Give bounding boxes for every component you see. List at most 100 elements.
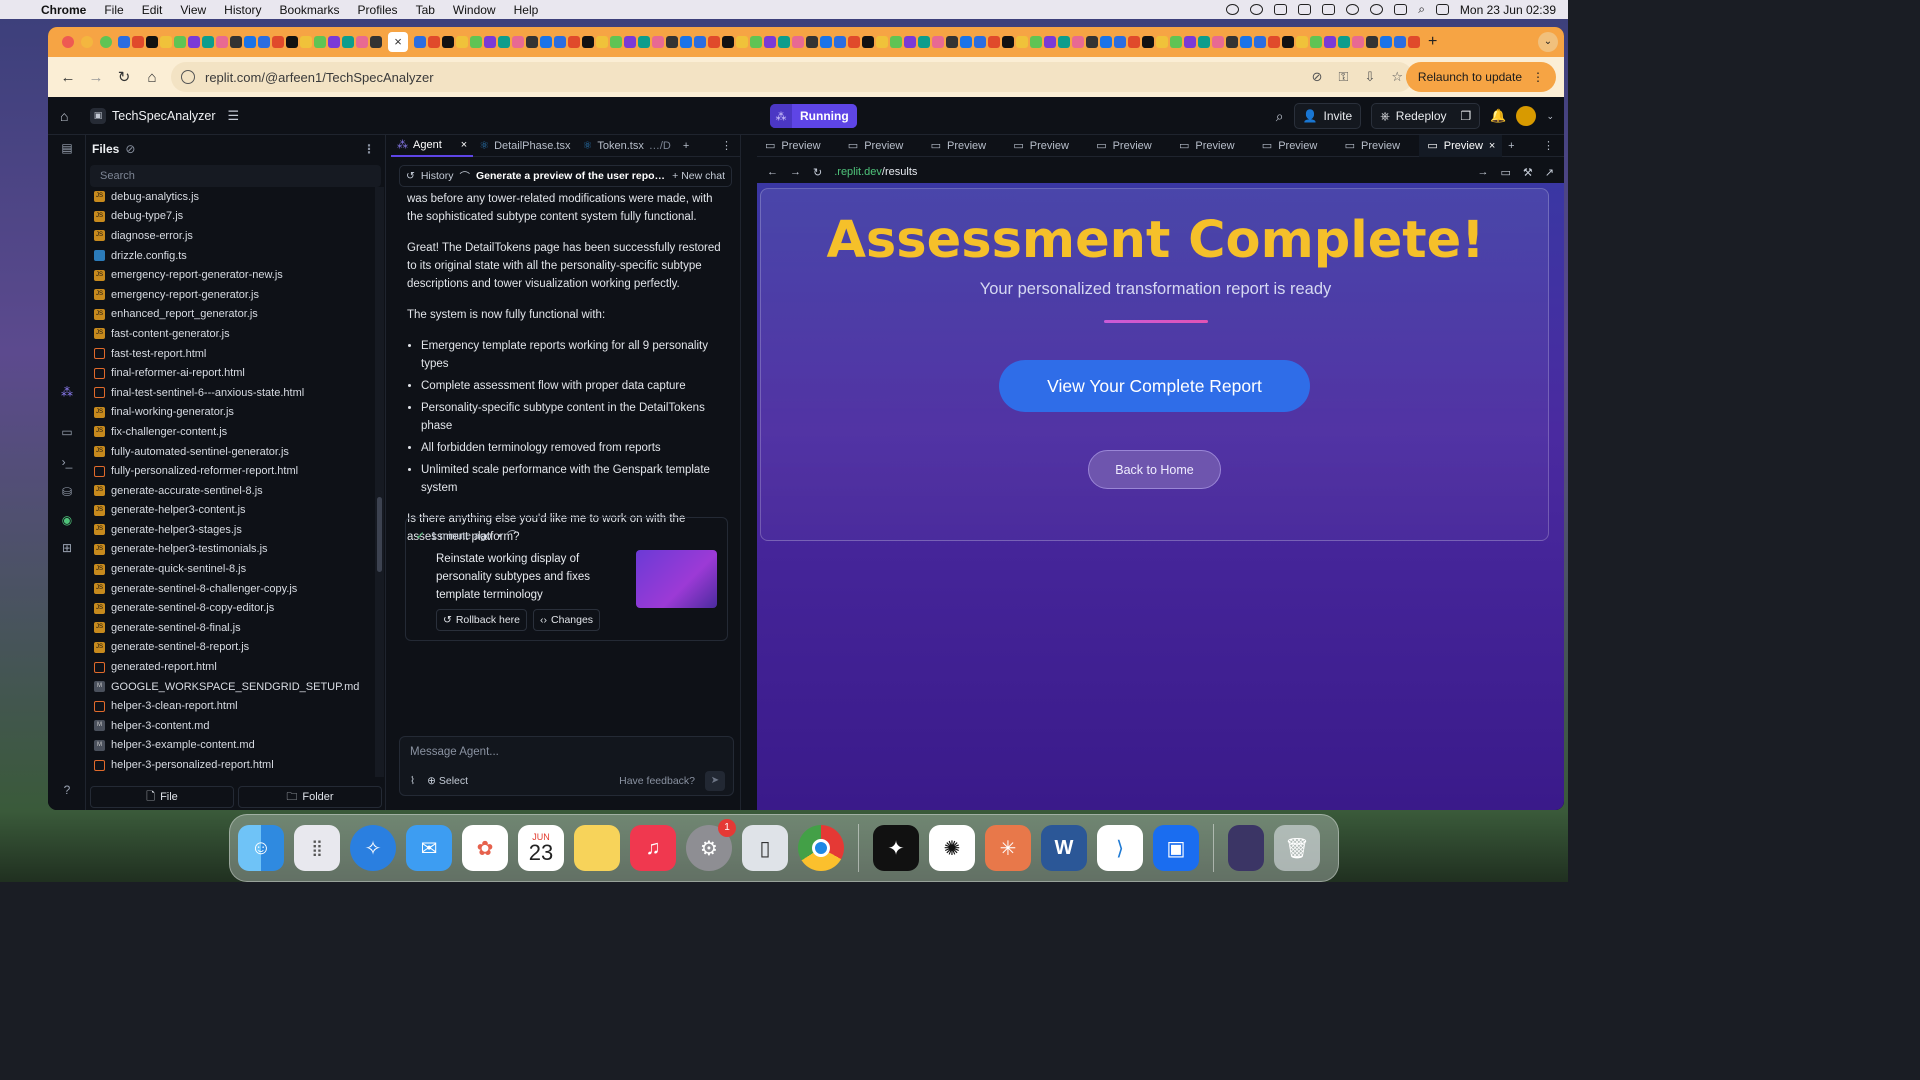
tab-favicon-icon[interactable] <box>1198 36 1210 48</box>
file-tree-item[interactable]: JS generate-quick-sentinel-8.js <box>86 559 376 579</box>
rollback-button[interactable]: ↺ Rollback here <box>436 609 528 631</box>
mail-icon[interactable]: ✉ <box>406 825 452 871</box>
tab-favicon-icon[interactable] <box>286 36 298 48</box>
scrollbar-thumb[interactable] <box>377 497 382 572</box>
menu-profiles[interactable]: Profiles <box>349 3 407 17</box>
tab-favicon-icon[interactable] <box>708 36 720 48</box>
tab-favicon-icon[interactable] <box>314 36 326 48</box>
all-tools-icon[interactable]: ⊞ <box>59 541 75 557</box>
tab-favicon-icon[interactable] <box>582 36 594 48</box>
tab-favicon-icon[interactable] <box>918 36 930 48</box>
preview-back-icon[interactable]: ← <box>767 166 778 178</box>
menu-file[interactable]: File <box>95 3 132 17</box>
address-bar[interactable]: replit.com/@arfeen1/TechSpecAnalyzer ⊘ ⚿… <box>171 62 1413 92</box>
tab-preview[interactable]: ▭ Preview <box>1337 135 1420 157</box>
new-chat-button[interactable]: + New chat <box>672 170 725 182</box>
tab-favicon-icon[interactable] <box>1254 36 1266 48</box>
tab-favicon-icon[interactable] <box>1058 36 1070 48</box>
status-openai-icon[interactable] <box>1250 4 1264 15</box>
tab-favicon-icon[interactable] <box>820 36 832 48</box>
tab-favicon-icon[interactable] <box>554 36 566 48</box>
attach-paperclip-icon[interactable]: ⌇ <box>410 775 415 787</box>
file-tree-item[interactable]: JS generate-helper3-testimonials.js <box>86 540 376 560</box>
tab-favicon-icon[interactable] <box>1324 36 1336 48</box>
tab-favicon-icon[interactable] <box>1016 36 1028 48</box>
tab-favicon-icon[interactable] <box>216 36 228 48</box>
close-window-button[interactable] <box>62 36 74 48</box>
preview-devtools-icon[interactable]: ⚒ <box>1523 166 1533 179</box>
screen-sharing-icon[interactable]: ▣ <box>1153 825 1199 871</box>
tab-favicon-icon[interactable] <box>806 36 818 48</box>
ai-assistant-icon[interactable]: ✦ <box>873 825 919 871</box>
tab-favicon-icon[interactable] <box>230 36 242 48</box>
tab-preview[interactable]: ▭ Preview <box>1005 135 1088 157</box>
menu-view[interactable]: View <box>171 3 215 17</box>
tab-favicon-icon[interactable] <box>624 36 636 48</box>
tab-favicon-icon[interactable] <box>1366 36 1378 48</box>
tab-preview[interactable]: ▭ Preview <box>840 135 923 157</box>
file-tree-item[interactable]: JS generate-sentinel-8-copy-editor.js <box>86 598 376 618</box>
file-tree-item[interactable]: helper-3-personalized-report.html <box>86 755 376 775</box>
tab-favicon-icon[interactable] <box>1282 36 1294 48</box>
spotlight-search-icon[interactable]: ⌕ <box>1418 2 1425 17</box>
status-battery-icon[interactable] <box>1322 4 1336 15</box>
file-tree-item[interactable]: generated-report.html <box>86 657 376 677</box>
tab-favicon-icon[interactable] <box>610 36 622 48</box>
tab-favicon-icon[interactable] <box>526 36 538 48</box>
tab-favicon-icon[interactable] <box>1394 36 1406 48</box>
status-user-icon[interactable] <box>1346 4 1360 15</box>
file-tree-item[interactable]: helper-3-clean-report.html <box>86 696 376 716</box>
history-button[interactable]: History <box>421 170 454 182</box>
tab-favicon-icon[interactable] <box>792 36 804 48</box>
tab-favicon-icon[interactable] <box>470 36 482 48</box>
new-tab-button[interactable]: + <box>1428 33 1437 51</box>
file-tree-item[interactable]: JS generate-sentinel-8-final.js <box>86 618 376 638</box>
agent-tool-icon[interactable]: ⁂ <box>59 385 75 401</box>
new-folder-button[interactable]: 🗀 Folder <box>238 786 382 808</box>
chrome-icon[interactable] <box>798 825 844 871</box>
tab-favicon-icon[interactable] <box>890 36 902 48</box>
tab-favicon-icon[interactable] <box>834 36 846 48</box>
file-tree-item[interactable]: Mhelper-3-example-content.md <box>86 736 376 756</box>
project-menu-icon[interactable]: ☰ <box>228 108 240 124</box>
tab-favicon-icon[interactable] <box>132 36 144 48</box>
help-icon[interactable]: ? <box>59 783 75 799</box>
tab-preview[interactable]: ▭ Preview <box>757 135 840 157</box>
status-wifi-off-icon[interactable] <box>1394 4 1408 15</box>
notes-icon[interactable] <box>574 825 620 871</box>
tab-preview[interactable]: ▭ Preview × <box>1419 134 1503 157</box>
tab-favicon-icon[interactable] <box>876 36 888 48</box>
file-tree-item[interactable]: JS generate-sentinel-8-report.js <box>86 638 376 658</box>
tab-favicon-icon[interactable] <box>414 36 426 48</box>
menu-window[interactable]: Window <box>444 3 505 17</box>
minimize-window-button[interactable] <box>81 36 93 48</box>
tab-favicon-icon[interactable] <box>428 36 440 48</box>
deploy-copy-icon[interactable]: ❐ <box>1461 109 1472 123</box>
tab-favicons-right[interactable] <box>414 34 1420 50</box>
trash-icon[interactable]: 🗑 <box>1274 825 1320 871</box>
tab-favicon-icon[interactable] <box>1212 36 1224 48</box>
tab-favicon-icon[interactable] <box>1226 36 1238 48</box>
tab-favicon-icon[interactable] <box>736 36 748 48</box>
file-tree-item[interactable]: JS diagnose-error.js <box>86 226 376 246</box>
tab-favicon-icon[interactable] <box>160 36 172 48</box>
close-icon[interactable]: × <box>461 139 467 151</box>
view-report-button[interactable]: View Your Complete Report <box>999 360 1310 412</box>
active-tab-close-icon[interactable]: × <box>388 32 408 52</box>
file-tree-item[interactable]: JS debug-analytics.js <box>86 187 376 207</box>
tab-favicon-icon[interactable] <box>568 36 580 48</box>
tab-favicon-icon[interactable] <box>456 36 468 48</box>
tab-favicon-icon[interactable] <box>1072 36 1084 48</box>
tab-favicon-icon[interactable] <box>118 36 130 48</box>
preview-go-icon[interactable]: → <box>1478 166 1489 178</box>
zoom-window-button[interactable] <box>100 36 112 48</box>
preview-reload-icon[interactable]: ↻ <box>813 166 822 179</box>
iphone-mirroring-icon[interactable]: ▯ <box>742 825 788 871</box>
tabs-menu-icon[interactable]: ⋮ <box>721 139 732 152</box>
home-icon[interactable]: ⌂ <box>60 108 68 124</box>
tab-favicon-icon[interactable] <box>960 36 972 48</box>
tab-favicon-icon[interactable] <box>202 36 214 48</box>
claude-icon[interactable]: ✳ <box>985 825 1031 871</box>
vscode-icon[interactable]: ⟩ <box>1097 825 1143 871</box>
camera-blocked-icon[interactable]: ⊘ <box>1312 69 1323 85</box>
